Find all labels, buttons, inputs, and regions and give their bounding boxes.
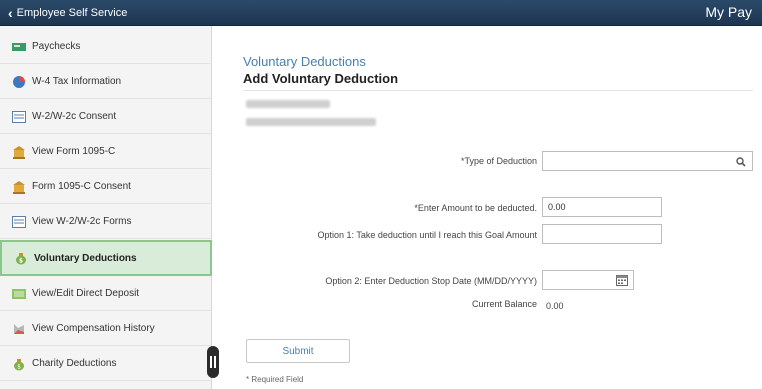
submit-button[interactable]: Submit bbox=[246, 339, 350, 363]
sidebar-item-form-1095c-consent[interactable]: Form 1095-C Consent bbox=[0, 170, 212, 204]
divider bbox=[243, 90, 753, 91]
back-button-label: Employee Self Service bbox=[16, 7, 128, 19]
top-banner: ‹ Employee Self Service My Pay bbox=[0, 0, 762, 26]
sidebar-item-label: Form 1095-C Consent bbox=[32, 181, 131, 192]
amount-input[interactable] bbox=[542, 197, 662, 217]
sidebar-item-w4-tax-information[interactable]: W-4 Tax Information bbox=[0, 65, 212, 99]
stop-date-label: Option 2: Enter Deduction Stop Date (MM/… bbox=[325, 276, 537, 286]
type-of-deduction-input[interactable] bbox=[542, 151, 753, 171]
sidebar-item-label: Paychecks bbox=[32, 41, 81, 52]
main-content: Voluntary Deductions Add Voluntary Deduc… bbox=[213, 26, 762, 389]
sidebar-item-charity-deductions[interactable]: $ Charity Deductions bbox=[0, 347, 212, 381]
svg-text:$: $ bbox=[17, 363, 21, 370]
chart-icon bbox=[12, 322, 26, 336]
building-icon bbox=[12, 145, 26, 159]
back-button[interactable]: ‹ Employee Self Service bbox=[8, 5, 127, 21]
current-balance-label: Current Balance bbox=[471, 299, 537, 309]
required-field-note: * Required Field bbox=[246, 375, 304, 384]
section-title: Voluntary Deductions bbox=[243, 54, 366, 69]
money-bag-icon: $ bbox=[14, 251, 28, 265]
document-icon bbox=[12, 110, 26, 124]
chevron-left-icon: ‹ bbox=[8, 5, 13, 21]
sidebar-item-view-form-1095c[interactable]: View Form 1095-C bbox=[0, 135, 212, 169]
document-icon bbox=[12, 215, 26, 229]
page-title: My Pay bbox=[705, 4, 752, 20]
sidebar-item-paychecks[interactable]: Paychecks bbox=[0, 30, 212, 64]
money-bag-icon: $ bbox=[12, 357, 26, 371]
sidebar-item-label: W-4 Tax Information bbox=[32, 76, 122, 87]
building-icon bbox=[12, 180, 26, 194]
calendar-icon[interactable] bbox=[614, 272, 630, 288]
sidebar-item-label: Voluntary Deductions bbox=[34, 252, 137, 264]
amount-label: *Enter Amount to be deducted. bbox=[414, 203, 537, 213]
pause-bar-icon bbox=[210, 356, 212, 368]
type-of-deduction-label: *Type of Deduction bbox=[460, 156, 537, 166]
bank-icon bbox=[12, 287, 26, 301]
sidebar-item-label: W-2/W-2c Consent bbox=[32, 111, 117, 122]
sidebar-item-label: View Compensation History bbox=[32, 323, 155, 334]
sidebar-item-label: View/Edit Direct Deposit bbox=[32, 288, 140, 299]
sidebar-item-label: View W-2/W-2c Forms bbox=[32, 216, 132, 227]
goal-amount-input[interactable] bbox=[542, 224, 662, 244]
sidebar-item-voluntary-deductions[interactable]: $ Voluntary Deductions bbox=[0, 240, 212, 276]
sidebar-item-label: View Form 1095-C bbox=[32, 146, 116, 157]
goal-amount-label: Option 1: Take deduction until I reach t… bbox=[317, 230, 537, 240]
sidebar-item-compensation-history[interactable]: View Compensation History bbox=[0, 312, 212, 346]
search-icon[interactable] bbox=[733, 154, 749, 170]
sidebar: Paychecks W-4 Tax Information W-2/W-2c C… bbox=[0, 26, 219, 389]
current-balance-value: 0.00 bbox=[546, 301, 564, 311]
svg-text:$: $ bbox=[19, 258, 23, 265]
sidebar-item-label: Charity Deductions bbox=[32, 358, 117, 369]
pie-chart-icon bbox=[12, 75, 26, 89]
sidebar-item-direct-deposit[interactable]: View/Edit Direct Deposit bbox=[0, 277, 212, 311]
form-title: Add Voluntary Deduction bbox=[243, 71, 399, 86]
redacted-name bbox=[246, 100, 330, 108]
redacted-id bbox=[246, 118, 376, 126]
sidebar-item-w2-consent[interactable]: W-2/W-2c Consent bbox=[0, 100, 212, 134]
paycheck-icon bbox=[12, 40, 26, 54]
sidebar-item-view-w2-forms[interactable]: View W-2/W-2c Forms bbox=[0, 205, 212, 239]
